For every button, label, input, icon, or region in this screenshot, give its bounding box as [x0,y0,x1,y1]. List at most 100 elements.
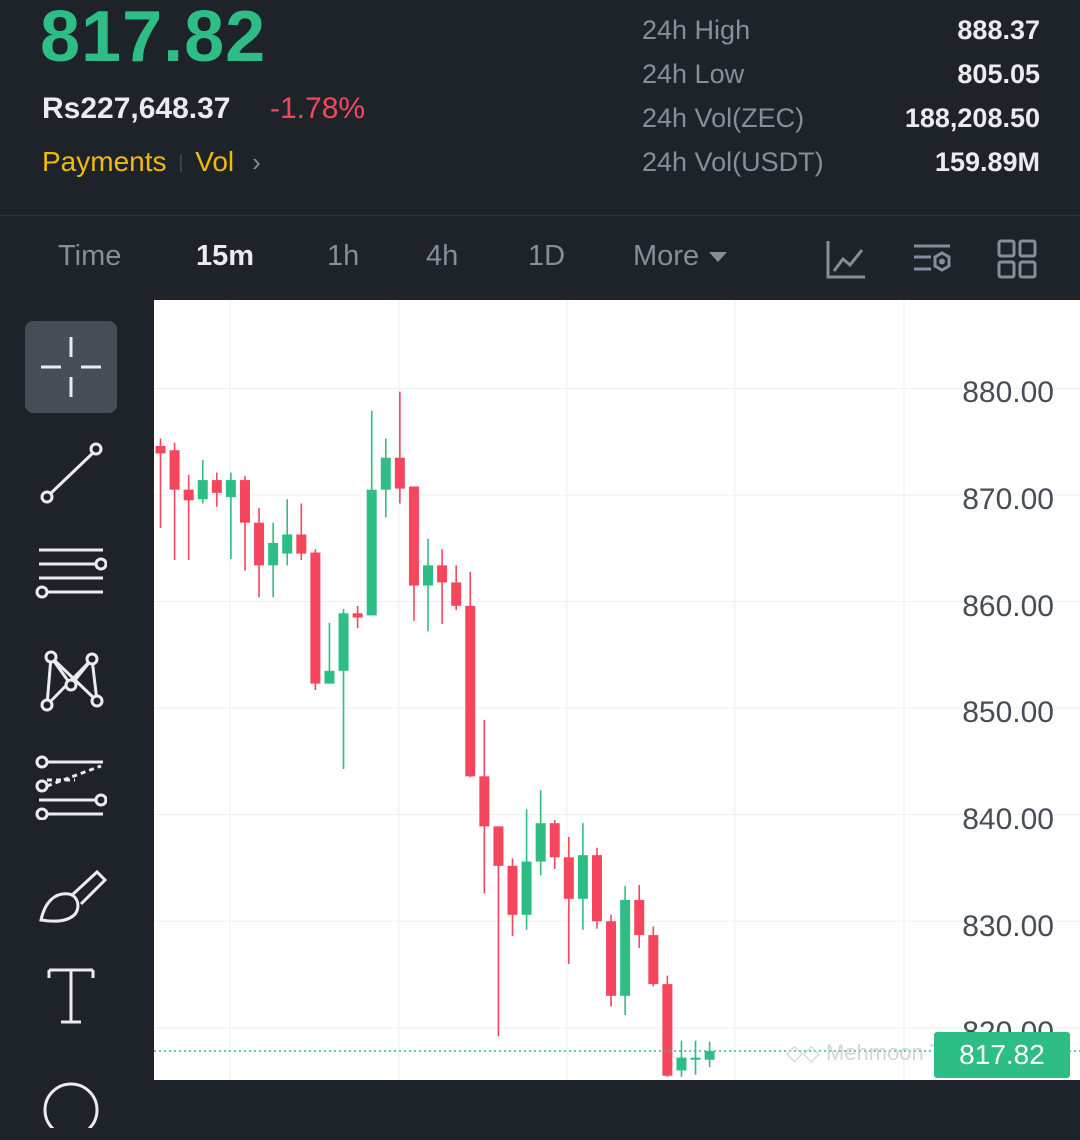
stat-label: 24h Vol(USDT) [642,146,824,177]
horizontal-lines-icon [35,548,107,599]
tab-more[interactable]: More [633,240,728,273]
candle-body [394,457,405,489]
price-chart[interactable]: 880.00 870.00 860.00 850.00 840.00 830.0… [154,300,1080,1080]
fibonacci-tool[interactable] [25,740,117,832]
candle-body [591,855,602,922]
candle-body [296,534,307,554]
candle-body [380,457,391,490]
candle-body [676,1057,687,1071]
tab-1d[interactable]: 1D [528,240,565,273]
y-tick-label: 860.00 [962,590,1054,623]
candle-body [225,480,236,498]
stat-value: 159.89M [934,146,1040,177]
brush-icon [39,869,107,923]
stat-label: 24h Low [642,58,745,89]
candle-body [451,582,462,606]
tab-more-label: More [633,240,700,272]
candle-body [563,857,574,899]
tag-row: Payments | Vol › [42,146,261,178]
candle-body [352,613,363,618]
candle-body [549,823,560,858]
stats-panel: 24h High 888.37 24h Low 805.05 24h Vol(Z… [642,8,1040,184]
stat-row-vol-usdt: 24h Vol(USDT) 159.89M [642,140,1040,184]
stat-row-vol-zec: 24h Vol(ZEC) 188,208.50 [642,96,1040,140]
candle-body [606,921,617,996]
tag-separator: | [178,151,184,172]
y-tick-label: 840.00 [962,803,1054,836]
tab-4h[interactable]: 4h [426,240,458,273]
candle-body [254,522,265,566]
candle-body [493,826,504,866]
drawing-toolbar [0,300,154,1128]
chart-settings-icon[interactable] [911,238,953,280]
candle-body [535,823,546,862]
candle-body [577,855,588,899]
price-change-percent: -1.78% [270,92,366,125]
candle-body [437,565,448,583]
candle-body [282,534,293,554]
stat-value: 188,208.50 [904,102,1040,133]
tab-1h[interactable]: 1h [327,240,359,273]
candle-body [648,935,659,985]
ticker-header: 817.82 Rs227,648.37 -1.78% Payments | Vo… [0,0,1080,215]
crosshair-icon [41,337,101,397]
last-price: 817.82 [40,0,267,77]
candle-body [634,899,645,936]
candle-body [169,450,180,490]
pattern-icon [40,650,104,712]
candle-body [690,1057,701,1060]
candle-body [211,480,222,493]
candle-body [465,605,476,777]
crosshair-tool[interactable] [25,321,117,413]
fiat-price: Rs227,648.37 [42,92,231,125]
trend-line-icon [40,442,103,504]
caret-down-icon [709,251,728,262]
fibonacci-icon [35,755,107,820]
candle-body [183,489,194,501]
brush-tool[interactable] [25,848,117,940]
candle-body [155,445,166,454]
interval-tabs: Time 15m 1h 4h 1D More [0,216,1080,300]
stat-row-low: 24h Low 805.05 [642,52,1040,96]
chevron-right-icon[interactable]: › [252,147,261,178]
circle-icon [43,1082,99,1128]
candle-body [366,489,377,616]
candle-body [662,984,673,1076]
candle-body [197,480,208,500]
text-icon [47,968,95,1024]
stat-label: 24h Vol(ZEC) [642,102,805,133]
candle-body [521,861,532,915]
candle-body [620,899,631,996]
candle-body [310,552,321,684]
stat-value: 805.05 [957,58,1040,89]
trend-line-tool[interactable] [25,427,117,519]
indicator-chart-icon[interactable] [825,238,867,280]
horizontal-lines-tool[interactable] [25,530,117,622]
measure-tool[interactable] [25,1048,117,1140]
y-tick-label: 850.00 [962,696,1054,729]
stat-row-high: 24h High 888.37 [642,8,1040,52]
candle-body [423,565,434,586]
tab-15m[interactable]: 15m [196,240,254,273]
candle-body [479,776,490,827]
layout-grid-icon[interactable] [996,238,1038,280]
candle-body [239,480,250,523]
candle-body [507,865,518,915]
y-tick-label: 830.00 [962,910,1054,943]
tag-vol[interactable]: Vol [195,146,234,178]
stat-value: 888.37 [957,14,1040,45]
candlestick-chart [154,300,1080,1080]
candle-body [268,542,279,566]
y-tick-label: 880.00 [962,376,1054,409]
stat-label: 24h High [642,14,751,45]
tag-payments[interactable]: Payments [42,146,167,178]
candle-body [704,1051,715,1060]
candle-body [338,613,349,671]
tab-time[interactable]: Time [58,240,121,273]
y-tick-label: 870.00 [962,483,1054,516]
pattern-tool[interactable] [25,635,117,727]
text-tool[interactable] [25,950,117,1042]
current-price-tag: 817.82 [934,1032,1070,1078]
candle-body [324,670,335,684]
candle-body [408,486,419,586]
